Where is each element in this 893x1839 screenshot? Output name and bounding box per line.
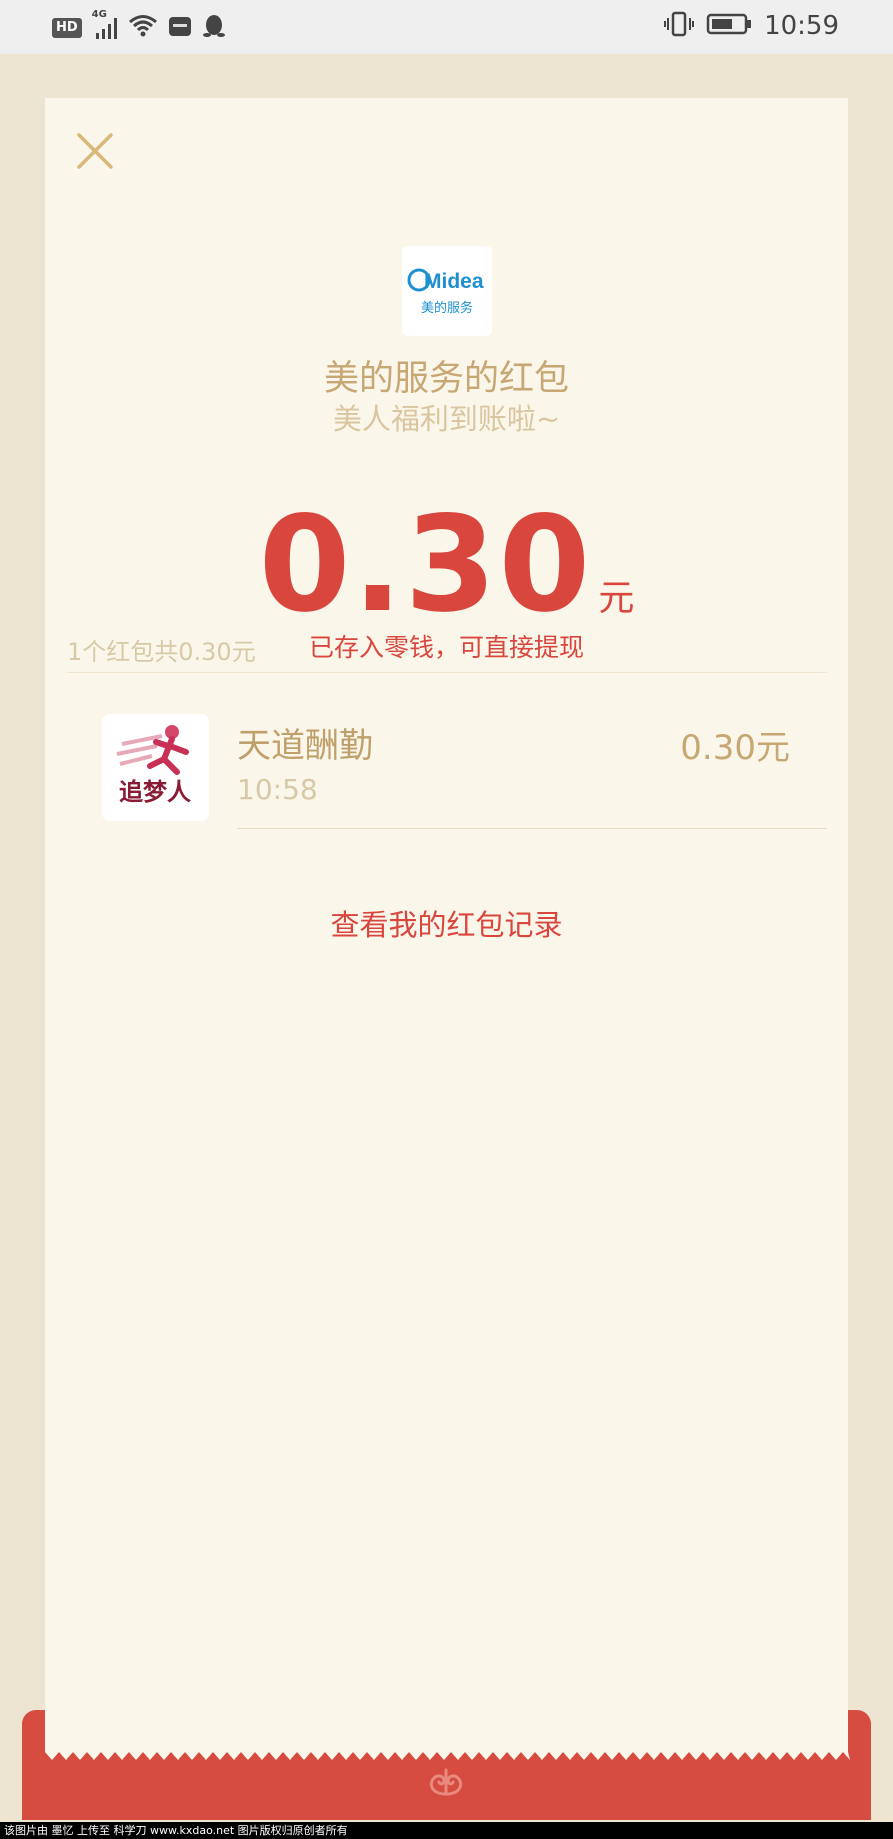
svg-text:追梦人: 追梦人 bbox=[119, 777, 191, 806]
battery-icon bbox=[706, 12, 752, 40]
envelope-bottom-flap bbox=[22, 1710, 871, 1820]
avatar[interactable]: 追梦人 bbox=[102, 714, 209, 821]
cellular-signal-icon: 4G bbox=[92, 9, 118, 41]
packet-title: 美的服务的红包 bbox=[323, 359, 569, 399]
amount-value: 0.30 bbox=[258, 488, 593, 642]
status-left: HD 4G bbox=[52, 9, 226, 43]
view-history-link[interactable]: 查看我的红包记录 bbox=[45, 902, 848, 944]
network-type-label: 4G bbox=[91, 9, 107, 20]
divider bbox=[237, 828, 827, 829]
huawei-app-icon bbox=[168, 14, 192, 42]
packet-greeting: 美人福利到账啦~ bbox=[332, 402, 561, 436]
amount-display: 0.30 元 bbox=[45, 488, 848, 642]
divider bbox=[67, 672, 827, 673]
close-icon bbox=[77, 133, 113, 169]
svg-text:Midea: Midea bbox=[424, 270, 484, 293]
record-sender-name: 天道酬勤 bbox=[237, 726, 373, 766]
qq-penguin-icon bbox=[202, 13, 226, 43]
svg-text:美的服务: 美的服务 bbox=[421, 300, 473, 316]
red-packet-detail-card: Midea 美的服务 美的服务的红包 美人福利到账啦~ 0.30 元 已存入零钱，… bbox=[45, 98, 848, 1778]
watermark-footer: 该图片由 墨忆 上传至 科学刀 www.kxdao.net 图片版权归原创者所有 bbox=[0, 1822, 893, 1839]
packet-summary: 1个红包共0.30元 bbox=[67, 638, 256, 666]
wifi-icon bbox=[128, 13, 158, 43]
record-time: 10:58 bbox=[237, 773, 318, 806]
close-button[interactable] bbox=[75, 131, 115, 171]
status-right: 10:59 bbox=[664, 10, 839, 42]
status-bar: HD 4G 10:59 bbox=[0, 0, 893, 54]
hd-badge: HD bbox=[52, 18, 82, 38]
runner-avatar-icon: 追梦人 bbox=[102, 714, 209, 821]
midea-logo-icon: Midea 美的服务 bbox=[407, 268, 484, 316]
vibrate-icon bbox=[664, 10, 695, 42]
record-amount: 0.30元 bbox=[680, 728, 790, 768]
status-time: 10:59 bbox=[764, 11, 839, 41]
amount-unit: 元 bbox=[598, 578, 635, 619]
cloud-ornament-icon bbox=[429, 1768, 463, 1796]
sender-logo: Midea 美的服务 bbox=[402, 246, 492, 336]
